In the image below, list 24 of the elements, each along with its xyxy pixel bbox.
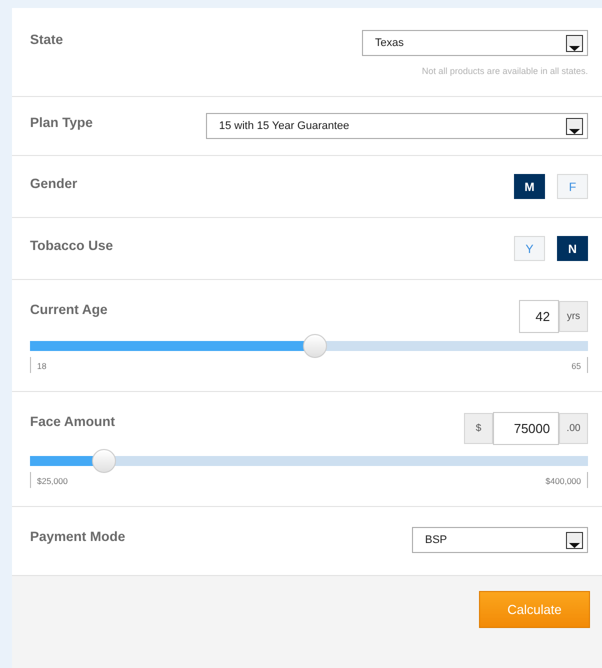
field-label: Payment Mode (30, 528, 126, 544)
number-field[interactable]: 75000 (493, 412, 559, 445)
dropdown[interactable]: Texas (362, 30, 588, 56)
min-label: $25,000 (37, 476, 68, 486)
max-label: 65 (572, 361, 581, 371)
unit-addon: yrs (559, 301, 588, 332)
number-field[interactable]: 42 (519, 300, 559, 333)
dropdown[interactable]: 15 with 15 Year Guarantee (206, 113, 588, 139)
availability-note: Not all products are available in all states. (420, 66, 588, 76)
field-label: Plan Type (30, 114, 93, 130)
unit-addon: .00 (559, 413, 588, 444)
field-label: State (30, 31, 64, 47)
field-label: Current Age (30, 301, 108, 317)
slider-thumb[interactable] (302, 334, 327, 358)
field-label: Face Amount (30, 413, 116, 429)
min-label: 18 (37, 361, 46, 371)
field-label: Tobacco Use (30, 237, 114, 253)
field-label: Gender (30, 175, 78, 191)
slider-thumb[interactable] (92, 449, 116, 473)
currency-addon: $ (464, 413, 493, 444)
max-label: $400,000 (546, 476, 581, 486)
toggle-option[interactable]: N (557, 236, 588, 261)
toggle-option[interactable]: M (514, 174, 545, 199)
dropdown[interactable]: BSP (412, 527, 588, 553)
